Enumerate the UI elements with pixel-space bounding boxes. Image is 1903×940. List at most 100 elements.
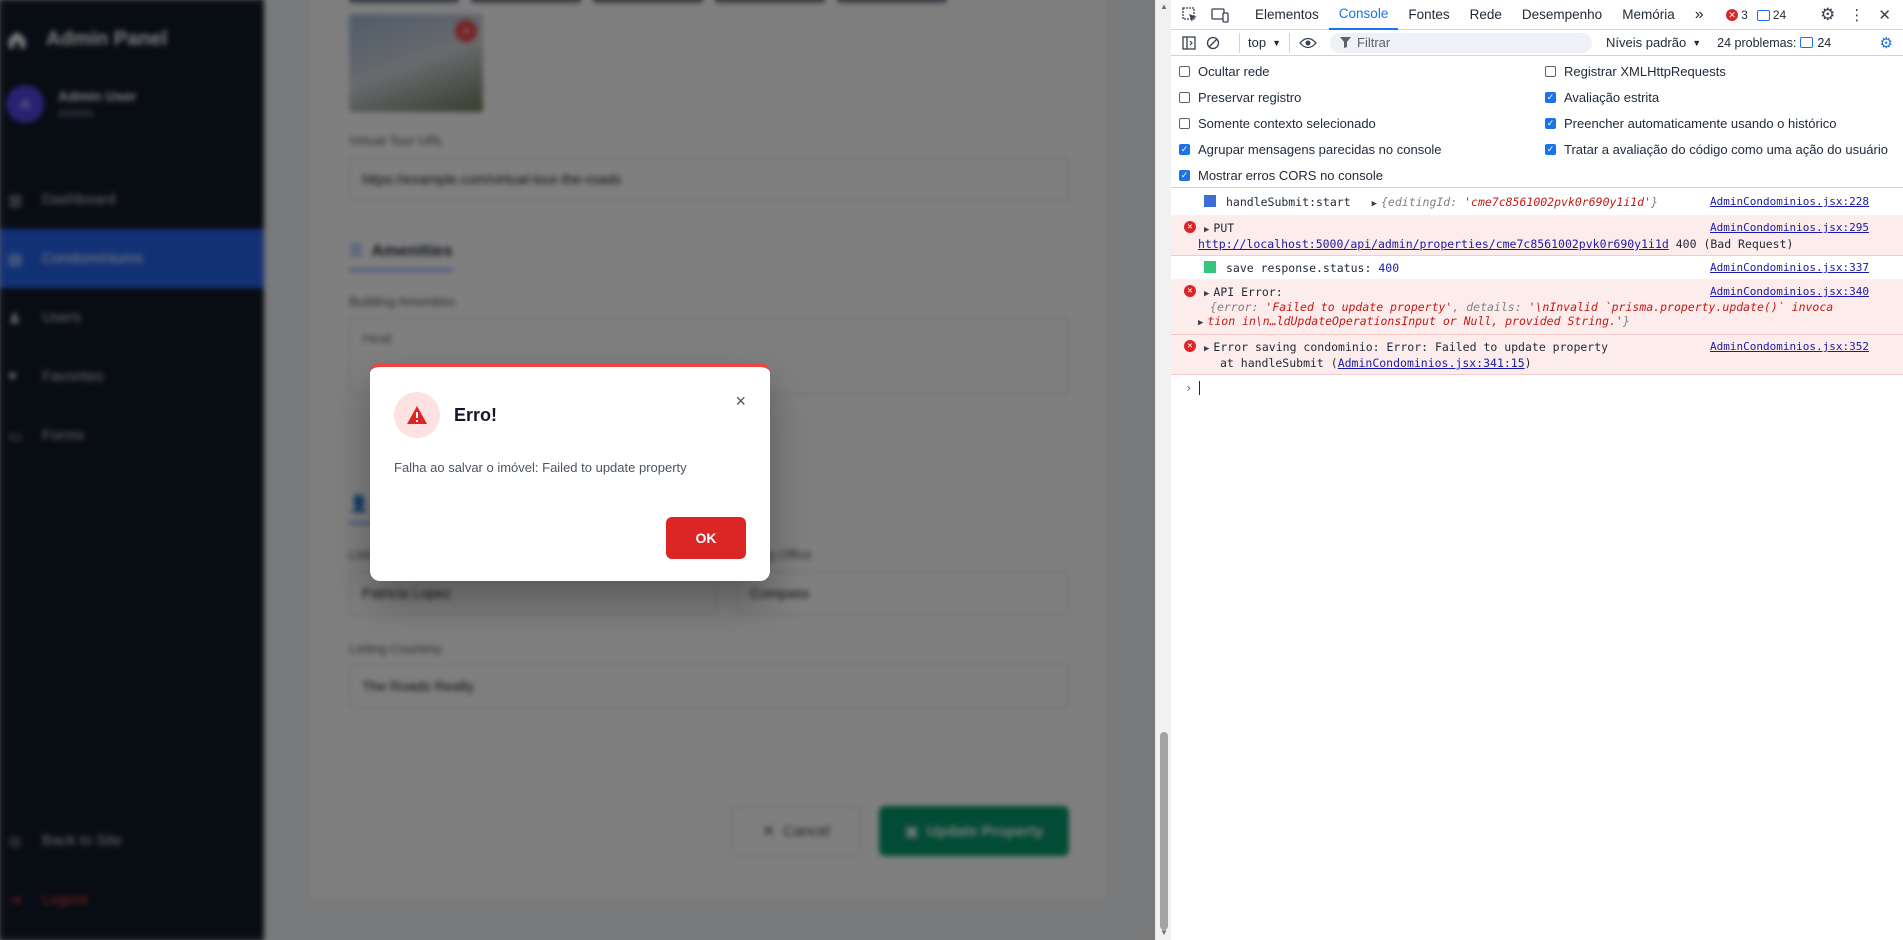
more-tabs-icon[interactable]: » (1685, 0, 1714, 30)
console-settings: Ocultar rede Preservar registro Somente … (1171, 57, 1903, 188)
object-value: '\nInvalid `prisma.property.update()` in… (1528, 300, 1834, 314)
context-value: top (1248, 35, 1267, 50)
checkbox[interactable]: ✓ (1179, 170, 1190, 181)
log-number: 400 (1378, 261, 1400, 275)
levels-value: Níveis padrão (1606, 35, 1687, 50)
expand-arrow-icon[interactable]: ▶ (1198, 318, 1203, 328)
console-prompt[interactable]: › (1171, 375, 1903, 399)
checkbox[interactable] (1179, 118, 1190, 129)
tab-console[interactable]: Console (1328, 0, 1399, 30)
console-log-row: handleSubmit:start ▶ {editingId: 'cme7c85… (1171, 190, 1903, 216)
checkbox[interactable]: ✓ (1545, 144, 1556, 155)
scroll-up-icon[interactable]: ▲ (1160, 2, 1168, 11)
setting-group-similar[interactable]: ✓ Agrupar mensagens parecidas no console (1179, 142, 1442, 157)
message-icon (1756, 9, 1770, 21)
close-icon[interactable]: ✕ (1878, 6, 1891, 24)
setting-label: Tratar a avaliação do código como uma aç… (1564, 142, 1888, 157)
checkbox[interactable] (1545, 66, 1556, 77)
source-link[interactable]: AdminCondominios.jsx:295 (1710, 221, 1869, 234)
setting-show-cors[interactable]: ✓ Mostrar erros CORS no console (1179, 168, 1383, 183)
console-toolbar: top ▼ Filtrar Níveis padrão ▼ 24 problem… (1171, 30, 1903, 56)
checkbox[interactable]: ✓ (1545, 92, 1556, 103)
eye-icon[interactable] (1296, 37, 1320, 49)
source-link[interactable]: AdminCondominios.jsx:228 (1710, 195, 1869, 208)
setting-log-xhr[interactable]: Registrar XMLHttpRequests (1545, 64, 1726, 79)
tab-elements[interactable]: Elementos (1245, 0, 1329, 30)
error-dialog: Erro! × Falha ao salvar o imóvel: Failed… (370, 363, 770, 581)
issues-counter[interactable]: 24 problemas: 24 (1717, 36, 1831, 50)
warning-icon (394, 392, 440, 438)
error-count-badge[interactable]: ✕ 3 24 (1726, 8, 1786, 22)
more-vert-icon[interactable]: ⋮ (1849, 6, 1864, 24)
page-scrollbar[interactable]: ▲ ▼ (1155, 0, 1171, 940)
chevron-down-icon: ▼ (1272, 37, 1281, 48)
console-messages: handleSubmit:start ▶ {editingId: 'cme7c85… (1171, 190, 1903, 399)
setting-autocomplete[interactable]: ✓ Preencher automaticamente usando o hist… (1545, 116, 1836, 131)
setting-eager-eval[interactable]: ✓ Avaliação estrita (1545, 90, 1659, 105)
source-link[interactable]: AdminCondominios.jsx:340 (1710, 285, 1869, 298)
source-link[interactable]: AdminCondominios.jsx:337 (1710, 261, 1869, 274)
scroll-down-icon[interactable]: ▼ (1160, 928, 1168, 937)
filter-input[interactable]: Filtrar (1330, 32, 1592, 53)
object-value-cont: tion in\n…ldUpdateOperationsInput or Nul… (1207, 314, 1623, 328)
checkbox[interactable] (1179, 66, 1190, 77)
green-square-icon (1204, 261, 1216, 273)
devtools-panel: Elementos Console Fontes Rede Desempenho… (1171, 0, 1903, 940)
caret (1199, 381, 1200, 395)
device-toggle-icon[interactable] (1209, 4, 1231, 26)
sidebar-toggle-icon[interactable] (1177, 35, 1201, 50)
gear-icon[interactable]: ⚙ (1820, 5, 1835, 25)
problems-count: 24 (1817, 35, 1832, 50)
request-url-link[interactable]: http://localhost:5000/api/admin/properti… (1198, 237, 1669, 251)
stack-link[interactable]: AdminCondominios.jsx:341:15 (1338, 356, 1525, 370)
console-error-row: ✕ ▶ API Error: {error: 'Failed to update … (1171, 280, 1903, 335)
setting-label: Registrar XMLHttpRequests (1564, 64, 1726, 79)
ok-button[interactable]: OK (666, 517, 746, 559)
object-key: editingId (1387, 195, 1451, 209)
stack-text: ) (1524, 356, 1532, 370)
blue-square-icon (1204, 195, 1216, 207)
checkbox[interactable] (1179, 92, 1190, 103)
console-error-row: ✕ ▶ Error saving condominio: Error: Faile… (1171, 335, 1903, 375)
filter-icon (1340, 37, 1351, 48)
log-text: Error saving condominio: Error: Failed t… (1213, 340, 1609, 354)
close-icon[interactable]: × (735, 391, 746, 412)
prompt-chevron-icon: › (1185, 381, 1193, 395)
console-error-row: ✕ ▶ PUT http://localhost:5000/api/admin/p… (1171, 216, 1903, 256)
context-select[interactable]: top ▼ (1239, 32, 1290, 53)
setting-label: Agrupar mensagens parecidas no console (1198, 142, 1442, 157)
error-icon: ✕ (1726, 9, 1739, 21)
setting-selected-context[interactable]: Somente contexto selecionado (1179, 116, 1376, 131)
log-levels-select[interactable]: Níveis padrão ▼ (1606, 35, 1701, 50)
checkbox[interactable]: ✓ (1545, 118, 1556, 129)
dialog-title: Erro! (454, 405, 498, 425)
setting-preserve-log[interactable]: Preservar registro (1179, 90, 1301, 105)
error-icon: ✕ (1184, 285, 1196, 297)
inspect-element-icon[interactable] (1179, 4, 1201, 26)
setting-label: Ocultar rede (1198, 64, 1270, 79)
expand-arrow-icon[interactable]: ▶ (1372, 199, 1377, 209)
object-key: details (1466, 300, 1515, 314)
error-icon: ✕ (1184, 221, 1196, 233)
filter-placeholder: Filtrar (1357, 35, 1391, 50)
tab-performance[interactable]: Desempenho (1512, 0, 1612, 30)
expand-arrow-icon[interactable]: ▶ (1204, 225, 1209, 235)
tab-sources[interactable]: Fontes (1398, 0, 1459, 30)
log-text: handleSubmit:start (1226, 195, 1351, 209)
tab-memory[interactable]: Memória (1612, 0, 1685, 30)
console-log-row: save response.status: 400 AdminCondomini… (1171, 256, 1903, 280)
setting-user-gesture[interactable]: ✓ Tratar a avaliação do código como uma a… (1545, 142, 1888, 157)
setting-label: Preencher automaticamente usando o histó… (1564, 116, 1837, 131)
console-settings-icon[interactable]: ⚙ (1880, 34, 1893, 52)
source-link[interactable]: AdminCondominios.jsx:352 (1710, 340, 1869, 353)
setting-hide-network[interactable]: Ocultar rede (1179, 64, 1270, 79)
checkbox[interactable]: ✓ (1179, 144, 1190, 155)
setting-label: Mostrar erros CORS no console (1198, 168, 1383, 183)
object-key: error (1216, 300, 1252, 314)
scrollbar-thumb[interactable] (1160, 732, 1168, 930)
expand-arrow-icon[interactable]: ▶ (1204, 289, 1209, 299)
tab-network[interactable]: Rede (1460, 0, 1512, 30)
clear-console-icon[interactable] (1201, 36, 1225, 50)
expand-arrow-icon[interactable]: ▶ (1204, 344, 1209, 354)
stack-text: at handleSubmit ( (1220, 356, 1338, 370)
